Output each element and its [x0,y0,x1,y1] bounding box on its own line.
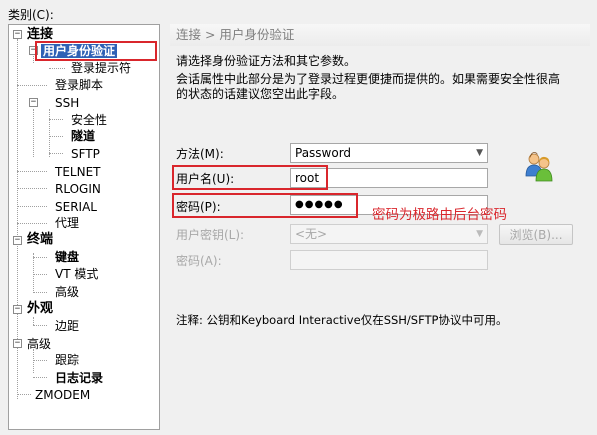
protocol-note: 注释: 公钥和Keyboard Interactive仅在SSH/SFTP协议中… [176,313,508,327]
tree-item-trace[interactable]: 跟踪 [55,353,79,367]
chevron-down-icon: ▼ [476,229,483,239]
password-annotation: 密码为极路由后台密码 [372,207,507,223]
category-label: 类别(C): [8,8,54,22]
tree-item-serial[interactable]: SERIAL [55,200,97,214]
browse-button[interactable]: 浏览(B)... [499,224,573,245]
user-key-label: 用户密钥(L): [176,228,245,242]
collapse-ssh-icon[interactable]: − [29,98,38,107]
description-line-2: 会话属性中此部分是为了登录过程更便捷而提供的。如果需要安全性很高 [176,72,561,86]
tree-item-ssh[interactable]: SSH [55,96,79,110]
user-key-value: <无> [295,227,328,241]
chevron-down-icon: ▼ [476,148,483,158]
method-select[interactable]: Password ▼ [290,143,488,163]
highlight-box-password [172,193,358,218]
collapse-connection-icon[interactable]: − [13,30,22,39]
passphrase-field[interactable] [290,250,488,270]
tree-item-terminal[interactable]: 终端 [27,233,53,247]
tree-item-zmodem[interactable]: ZMODEM [35,388,90,402]
highlight-box-auth [35,41,157,61]
tree-item-login-script[interactable]: 登录脚本 [55,78,103,92]
tree-item-proxy[interactable]: 代理 [55,216,79,230]
method-label: 方法(M): [176,147,224,161]
tree-item-telnet[interactable]: TELNET [55,165,101,179]
tree-item-logging[interactable]: 日志记录 [55,371,103,385]
method-select-value: Password [295,146,352,160]
tree-item-security[interactable]: 安全性 [71,113,107,127]
description-line-1: 请选择身份验证方法和其它参数。 [176,54,357,68]
collapse-terminal-icon[interactable]: − [13,236,22,245]
tree-item-advanced[interactable]: 高级 [27,337,51,351]
tree-item-sftp[interactable]: SFTP [71,147,100,161]
tree-item-appearance[interactable]: 外观 [27,302,53,316]
passphrase-label: 密码(A): [176,254,222,268]
collapse-appearance-icon[interactable]: − [13,305,22,314]
tree-item-keyboard[interactable]: 键盘 [55,250,79,264]
tree-item-rlogin[interactable]: RLOGIN [55,182,101,196]
user-key-select[interactable]: <无> ▼ [290,224,488,244]
collapse-advanced-icon[interactable]: − [13,339,22,348]
users-icon [522,150,556,184]
description-line-3: 的状态的话建议您空出此字段。 [176,87,345,101]
tree-item-login-prompts[interactable]: 登录提示符 [71,61,131,75]
page-title: 连接 > 用户身份验证 [170,24,590,46]
tree-item-connection[interactable]: 连接 [27,28,53,42]
tree-item-advanced-terminal[interactable]: 高级 [55,285,79,299]
tree-item-vt-mode[interactable]: VT 模式 [55,267,98,281]
highlight-box-username [172,165,328,190]
tree-item-tunnel[interactable]: 隧道 [71,129,95,143]
category-tree[interactable]: − 连接 − 用户身份验证 登录提示符 登录脚本 − SSH 安全性 隧道 SF… [8,24,160,430]
tree-item-margin[interactable]: 边距 [55,319,79,333]
